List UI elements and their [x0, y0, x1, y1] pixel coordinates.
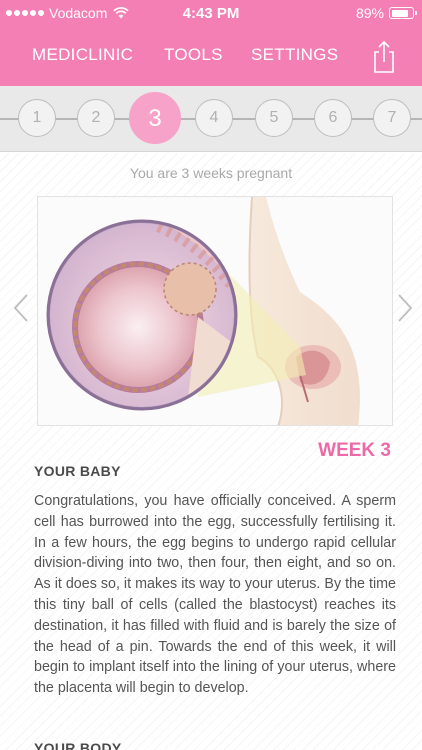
your-body-heading: YOUR BODY	[34, 740, 122, 750]
your-baby-text: Congratulations, you have officially con…	[34, 493, 396, 697]
your-baby-heading: YOUR BABY	[34, 463, 121, 479]
status-right: 89%	[355, 5, 417, 21]
top-nav: MEDICLINIC TOOLS SETTINGS	[0, 40, 422, 74]
status-bar: Vodacom 4:43 PM 89%	[0, 0, 422, 28]
week-3-button[interactable]: 3	[129, 92, 181, 144]
week-title: WEEK 3	[318, 440, 391, 461]
fetal-development-illustration	[37, 196, 393, 426]
week-content: You are 3 weeks pregnant WEEK 3 YOUR BAB…	[0, 153, 422, 750]
week-2-button[interactable]: 2	[77, 99, 115, 137]
week-selector: 1 2 3 4 5 6 7	[0, 86, 422, 152]
nav-tools[interactable]: TOOLS	[164, 45, 223, 65]
week-5-button[interactable]: 5	[255, 99, 293, 137]
week-1-button[interactable]: 1	[18, 99, 56, 137]
pregnancy-status: You are 3 weeks pregnant	[129, 165, 293, 181]
week-6-button[interactable]: 6	[314, 99, 352, 137]
battery-percent: 89%	[355, 5, 384, 21]
illustration-graphic	[46, 197, 360, 425]
week-4-button[interactable]: 4	[195, 99, 233, 137]
nav-settings[interactable]: SETTINGS	[251, 45, 338, 65]
week-7-button[interactable]: 7	[373, 99, 411, 137]
chevron-right-icon[interactable]	[396, 293, 414, 323]
chevron-left-icon[interactable]	[12, 293, 30, 323]
app-header: Vodacom 4:43 PM 89% MEDICLINIC TOOLS SET…	[0, 0, 422, 86]
share-icon[interactable]	[370, 40, 398, 74]
battery-icon	[389, 7, 417, 19]
nav-mediclinic[interactable]: MEDICLINIC	[32, 45, 133, 65]
battery-fill	[391, 9, 409, 17]
